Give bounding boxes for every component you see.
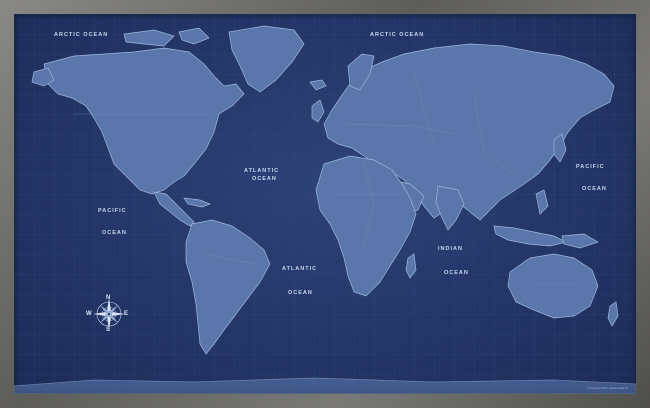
compass-south: S (106, 327, 111, 333)
picture-frame: ARCTIC OCEAN ARCTIC OCEAN ATLANTIC OCEAN… (0, 0, 650, 408)
world-map: ARCTIC OCEAN ARCTIC OCEAN ATLANTIC OCEAN… (14, 14, 636, 394)
compass-north: N (106, 295, 111, 301)
arctic-ocean-label-right: ARCTIC OCEAN (370, 32, 425, 38)
pacific-left-label-2: OCEAN (102, 230, 127, 236)
map-graphic (14, 14, 636, 394)
compass-east: E (124, 311, 129, 317)
pacific-right-label: PACIFIC (576, 164, 605, 170)
arctic-ocean-label-left: ARCTIC OCEAN (54, 32, 109, 38)
compass-west: W (86, 311, 92, 317)
atlantic-south-label-2: OCEAN (288, 290, 313, 296)
pacific-right-label-2: OCEAN (582, 186, 607, 192)
antarctica (14, 377, 636, 394)
atlantic-north-label-2: OCEAN (252, 176, 277, 182)
atlantic-south-label: ATLANTIC (282, 266, 318, 272)
atlantic-north-label: ATLANTIC (244, 168, 280, 174)
indian-ocean-label: INDIAN (438, 246, 463, 252)
pacific-left-label: PACIFIC (98, 208, 127, 214)
map-credit: © Copyright 2016 · Modern Map Art (587, 387, 628, 390)
indian-ocean-label-2: OCEAN (444, 270, 469, 276)
